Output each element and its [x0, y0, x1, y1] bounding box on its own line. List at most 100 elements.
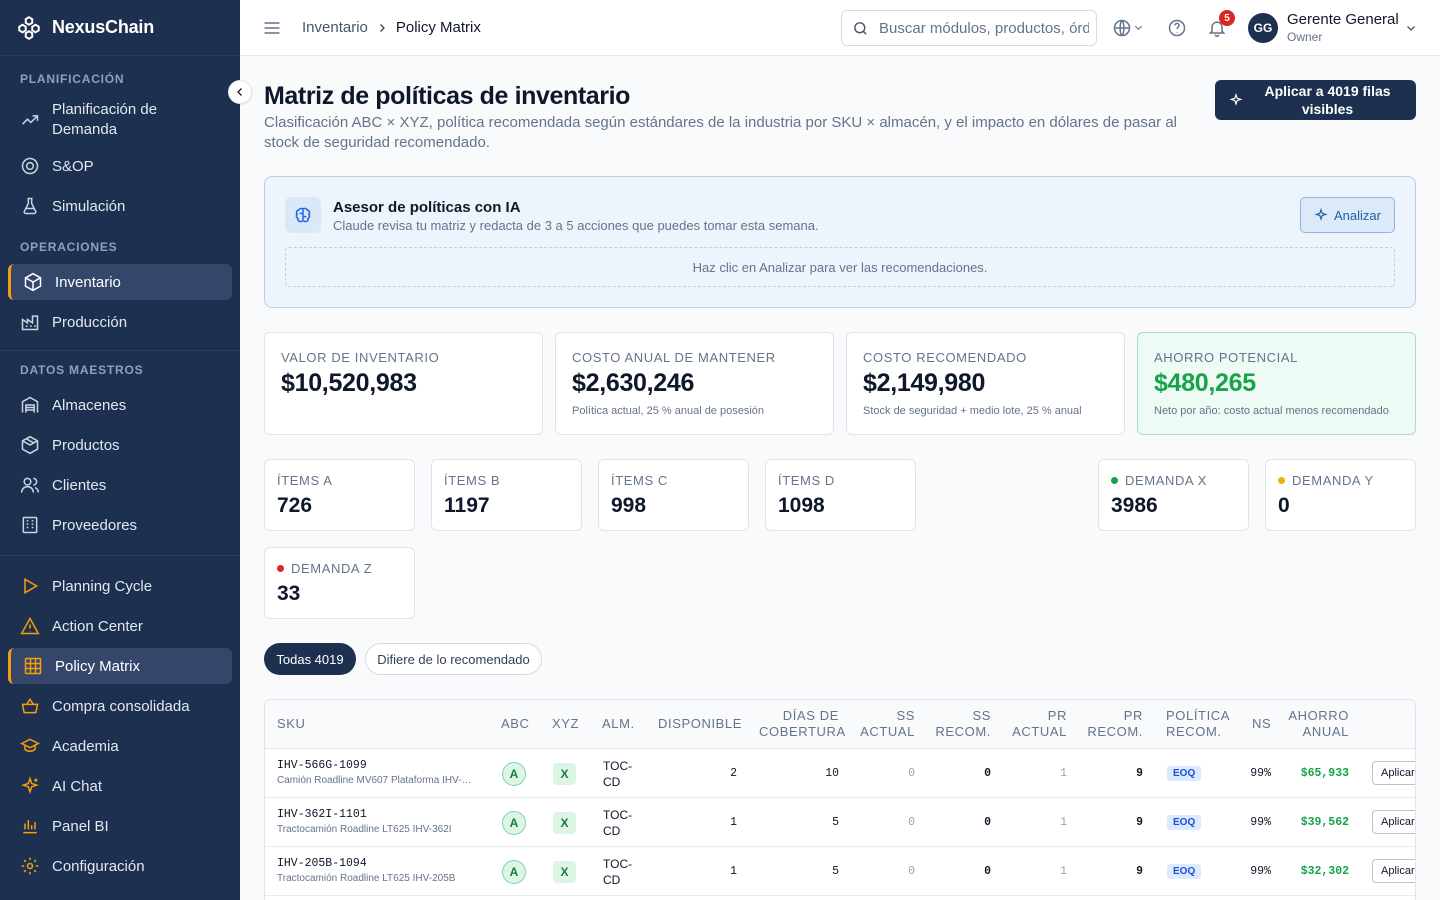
breadcrumb-inventario[interactable]: Inventario	[302, 19, 368, 36]
col-ss-recom[interactable]: SS RECOM.	[931, 708, 991, 740]
col-xyz[interactable]: XYZ	[552, 716, 579, 732]
brand[interactable]: NexusChain	[0, 0, 240, 56]
user-role: Owner	[1287, 30, 1323, 44]
col-cobertura[interactable]: DÍAS DE COBERTURA	[759, 708, 846, 740]
globe-icon[interactable]	[1112, 18, 1132, 38]
abc-badge: A	[502, 811, 526, 835]
status-dot	[277, 565, 284, 572]
warehouse-icon	[21, 396, 39, 413]
col-pr-actual[interactable]: PR ACTUAL	[1007, 708, 1067, 740]
stat-value: 726	[277, 494, 313, 517]
sidebar-item-almacenes[interactable]: Almacenes	[8, 387, 232, 423]
users-icon	[20, 477, 40, 493]
sidebar-item-productos[interactable]: Productos	[8, 427, 232, 463]
row-almacen: TOC- CD	[603, 856, 632, 888]
stat-label: ÍTEMS A	[277, 473, 333, 488]
col-sku[interactable]: SKU	[277, 716, 306, 732]
apply-row-button[interactable]: Aplicar	[1372, 859, 1415, 883]
sidebar-item-proveedores[interactable]: Proveedores	[8, 507, 232, 543]
user-menu[interactable]: Gerente General Owner	[1287, 11, 1399, 44]
kpi-value: $2,149,980	[863, 369, 986, 397]
status-dot	[1111, 477, 1118, 484]
apply-row-button[interactable]: Aplicar	[1372, 810, 1415, 834]
table-row[interactable]: IHV-362I-1101 Tractocamión Roadline LT62…	[265, 798, 1415, 847]
grid-icon	[24, 657, 42, 675]
stat-value: 3986	[1111, 494, 1158, 517]
analyze-button[interactable]: Analizar	[1300, 197, 1395, 233]
flask-icon	[23, 197, 37, 215]
col-cobertura-line2: COBERTURA	[759, 724, 846, 739]
table-row[interactable]: IHV-566G-1099 Camión Roadline MV607 Plat…	[265, 749, 1415, 798]
col-disponible[interactable]: DISPONIBLE	[658, 716, 742, 732]
sidebar-divider	[0, 350, 240, 351]
sidebar-item-produccion[interactable]: Producción	[8, 304, 232, 340]
col-ahorro[interactable]: AHORRO ANUAL	[1277, 708, 1349, 740]
chevron-down-icon[interactable]	[1405, 22, 1417, 34]
col-pr-recom-line1: PR	[1123, 708, 1143, 723]
col-ss-actual[interactable]: SS ACTUAL	[855, 708, 915, 740]
help-icon[interactable]	[1167, 18, 1187, 38]
row-pr-recom: 9	[1136, 816, 1143, 829]
stat-demanda-y: DEMANDA Y 0	[1265, 459, 1416, 531]
row-almacen-line2: CD	[603, 873, 621, 887]
sidebar-item-inventario[interactable]: Inventario	[8, 264, 232, 300]
sidebar-item-label: Producción	[52, 313, 128, 331]
apply-row-button[interactable]: Aplicar	[1372, 761, 1415, 785]
status-dot	[1278, 477, 1285, 484]
trending-up-icon	[21, 115, 39, 125]
building-icon	[22, 516, 38, 534]
row-ss-actual: 0	[908, 816, 915, 829]
factory-icon	[21, 315, 39, 331]
search-input[interactable]	[879, 19, 1089, 37]
chevron-down-icon[interactable]	[1133, 22, 1144, 33]
sidebar-item-academia[interactable]: Academia	[8, 728, 232, 764]
search-box[interactable]	[841, 10, 1097, 46]
sidebar-item-planificacion-demanda[interactable]: Planificación de Demanda	[8, 96, 232, 144]
sparkles-icon	[1314, 208, 1328, 221]
sidebar-item-configuracion[interactable]: Configuración	[8, 848, 232, 884]
sidebar-item-compra-consolidada[interactable]: Compra consolidada	[8, 688, 232, 724]
sidebar-item-sop[interactable]: S&OP	[8, 148, 232, 184]
sidebar-item-simulacion[interactable]: Simulación	[8, 188, 232, 224]
stat-label: DEMANDA X	[1125, 473, 1207, 488]
sidebar-item-action-center[interactable]: Action Center	[8, 608, 232, 644]
stat-items-d: ÍTEMS D 1098	[765, 459, 916, 531]
col-abc[interactable]: ABC	[501, 716, 530, 732]
stat-items-c: ÍTEMS C 998	[598, 459, 749, 531]
sidebar-item-policy-matrix[interactable]: Policy Matrix	[8, 648, 232, 684]
col-almacen[interactable]: ALM.	[602, 716, 635, 732]
stat-items-b: ÍTEMS B 1197	[431, 459, 582, 531]
col-politica[interactable]: POLÍTICA RECOM.	[1166, 708, 1230, 740]
stat-label: ÍTEMS D	[778, 473, 835, 488]
ai-advisor-panel: Asesor de políticas con IA Claude revisa…	[264, 176, 1416, 308]
collapse-sidebar-button[interactable]	[228, 80, 252, 104]
sidebar-item-label: Inventario	[55, 273, 121, 291]
filter-differs[interactable]: Difiere de lo recomendado	[365, 643, 542, 675]
sidebar-item-clientes[interactable]: Clientes	[8, 467, 232, 503]
col-ns[interactable]: NS	[1252, 716, 1271, 732]
row-ahorro: $32,302	[1300, 865, 1349, 878]
filter-all[interactable]: Todas 4019	[264, 643, 356, 675]
menu-icon[interactable]	[262, 18, 282, 38]
sidebar-item-planning-cycle[interactable]: Planning Cycle	[8, 568, 232, 604]
row-sku: IHV-566G-1099	[277, 759, 367, 772]
sidebar-item-label: Proveedores	[52, 516, 138, 534]
basket-icon	[21, 697, 39, 714]
row-almacen-line2: CD	[603, 824, 621, 838]
sidebar-item-ai-chat[interactable]: AI Chat	[8, 768, 232, 804]
policy-badge: EOQ	[1167, 864, 1202, 879]
section-label-planificacion: PLANIFICACIÓN	[20, 72, 125, 86]
sidebar-item-panel-bi[interactable]: Panel BI	[8, 808, 232, 844]
col-pr-recom[interactable]: PR RECOM.	[1083, 708, 1143, 740]
kpi-value: $2,630,246	[572, 369, 695, 397]
avatar[interactable]: GG	[1248, 13, 1278, 43]
kpi-label: COSTO ANUAL DE MANTENER	[572, 350, 776, 365]
col-ahorro-line1: AHORRO	[1288, 708, 1349, 723]
target-icon	[21, 157, 39, 175]
package-icon	[24, 272, 42, 292]
sidebar-item-label: S&OP	[52, 157, 94, 175]
table-row[interactable]: IHV-205B-1094 Tractocamión Roadline LT62…	[265, 847, 1415, 896]
stat-value: 33	[277, 582, 301, 605]
apply-visible-rows-button[interactable]: Aplicar a 4019 filas visibles	[1215, 80, 1416, 120]
section-label-datos-maestros: DATOS MAESTROS	[20, 363, 144, 377]
